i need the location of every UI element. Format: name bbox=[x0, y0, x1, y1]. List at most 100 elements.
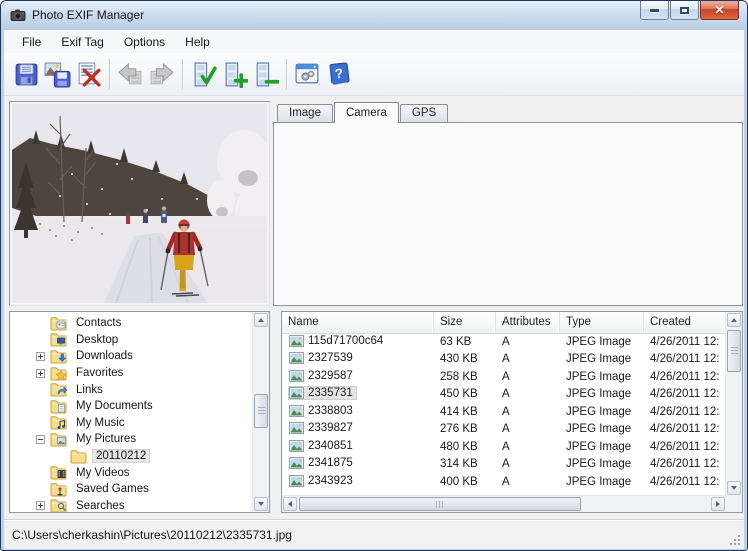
column-header-type[interactable]: Type bbox=[560, 312, 644, 333]
scroll-right-button[interactable] bbox=[711, 497, 725, 511]
file-name-label: 2327539 bbox=[308, 352, 353, 364]
file-cell: 4/26/2011 12: bbox=[644, 476, 726, 488]
maximize-icon bbox=[680, 7, 689, 14]
tree-item-label: My Music bbox=[72, 416, 129, 430]
save-image-button[interactable] bbox=[42, 57, 73, 91]
file-cell: 276 KB bbox=[434, 423, 496, 435]
file-row[interactable]: 2340851480 KBAJPEG Image4/26/2011 12: bbox=[282, 438, 726, 456]
menu-exif-tag[interactable]: Exif Tag bbox=[51, 32, 113, 52]
file-name: 2343923 bbox=[288, 474, 357, 488]
column-header-created[interactable]: Created bbox=[644, 312, 726, 333]
file-row[interactable]: 2327539430 KBAJPEG Image4/26/2011 12: bbox=[282, 351, 726, 369]
file-cell: JPEG Image bbox=[560, 353, 644, 365]
validate-exif-button[interactable] bbox=[188, 57, 219, 91]
tree-item-favorites[interactable]: Favorites bbox=[10, 365, 269, 382]
previous-image-button[interactable] bbox=[115, 57, 146, 91]
tree-vertical-scrollbar[interactable] bbox=[252, 312, 269, 512]
scroll-down-button[interactable] bbox=[727, 481, 741, 495]
menu-file[interactable]: File bbox=[12, 32, 51, 52]
expand-icon[interactable] bbox=[36, 501, 45, 510]
file-row[interactable]: 2339827276 KBAJPEG Image4/26/2011 12: bbox=[282, 421, 726, 439]
file-name-label: 115d71700c64 bbox=[308, 335, 383, 347]
delete-exif-icon bbox=[75, 61, 102, 88]
menu-help[interactable]: Help bbox=[175, 32, 220, 52]
tree-item-desktop[interactable]: Desktop bbox=[10, 332, 269, 349]
file-row[interactable]: 2341875314 KBAJPEG Image4/26/2011 12: bbox=[282, 456, 726, 474]
help-button[interactable]: ? bbox=[323, 57, 354, 91]
scroll-up-button[interactable] bbox=[727, 313, 741, 327]
toolbar-separator bbox=[109, 59, 110, 89]
tree-item-my-videos[interactable]: My Videos bbox=[10, 464, 269, 481]
file-name-label: 2340851 bbox=[308, 440, 353, 452]
tree-item-my-documents[interactable]: My Documents bbox=[10, 398, 269, 415]
tab-camera[interactable]: Camera bbox=[334, 102, 399, 123]
folder-tree: ContactsDesktopDownloadsFavoritesLinksMy… bbox=[9, 311, 270, 513]
close-button[interactable]: ✕ bbox=[700, 1, 739, 20]
tree-item-20110212[interactable]: 20110212 bbox=[10, 448, 269, 465]
options-icon bbox=[294, 61, 321, 88]
next-image-button[interactable] bbox=[146, 57, 177, 91]
tree-item-saved-games[interactable]: Saved Games bbox=[10, 481, 269, 498]
tree-item-links[interactable]: Links bbox=[10, 381, 269, 398]
status-bar: C:\Users\cherkashin\Pictures\20110212\23… bbox=[4, 519, 744, 549]
menu-options[interactable]: Options bbox=[114, 32, 175, 52]
file-cell: JPEG Image bbox=[560, 336, 644, 348]
remove-exif-tag-button[interactable] bbox=[250, 57, 281, 91]
file-cell: 2341875 bbox=[282, 456, 434, 472]
status-path: C:\Users\cherkashin\Pictures\20110212\23… bbox=[12, 528, 292, 542]
file-name-label: 2338803 bbox=[308, 405, 353, 417]
scroll-up-button[interactable] bbox=[254, 313, 268, 327]
minimize-icon bbox=[650, 9, 659, 12]
tree-item-label: My Documents bbox=[72, 399, 157, 413]
scroll-thumb[interactable] bbox=[727, 330, 741, 372]
toolbar-separator bbox=[182, 59, 183, 89]
add-exif-tag-button[interactable] bbox=[219, 57, 250, 91]
tree-item-label: Downloads bbox=[72, 349, 137, 363]
options-button[interactable] bbox=[292, 57, 323, 91]
tab-image[interactable]: Image bbox=[277, 104, 333, 122]
tab-gps[interactable]: GPS bbox=[400, 104, 448, 122]
file-name: 2329587 bbox=[288, 369, 357, 383]
file-cell: 4/26/2011 12: bbox=[644, 423, 726, 435]
file-cell: A bbox=[496, 336, 560, 348]
file-list: NameSizeAttributesTypeCreated 115d71700c… bbox=[281, 311, 743, 513]
minimize-button[interactable] bbox=[640, 1, 669, 20]
expand-icon[interactable] bbox=[36, 369, 45, 378]
delete-exif-button[interactable] bbox=[73, 57, 104, 91]
title-bar[interactable]: Photo EXIF Manager ✕ bbox=[1, 1, 747, 30]
scroll-thumb[interactable] bbox=[254, 394, 268, 428]
help-icon: ? bbox=[325, 61, 352, 88]
column-header-name[interactable]: Name bbox=[282, 312, 434, 333]
files-horizontal-scrollbar[interactable] bbox=[282, 495, 726, 512]
expand-icon[interactable] bbox=[36, 352, 45, 361]
resize-grip-icon[interactable] bbox=[729, 534, 741, 546]
svg-text:?: ? bbox=[334, 65, 344, 81]
tree-item-searches[interactable]: Searches bbox=[10, 498, 269, 513]
maximize-button[interactable] bbox=[670, 1, 699, 20]
collapse-icon[interactable] bbox=[36, 435, 45, 444]
file-cell: A bbox=[496, 423, 560, 435]
file-list-rows: 115d71700c6463 KBAJPEG Image4/26/2011 12… bbox=[282, 333, 726, 496]
file-row[interactable]: 2335731450 KBAJPEG Image4/26/2011 12: bbox=[282, 386, 726, 404]
file-cell: 430 KB bbox=[434, 353, 496, 365]
file-cell: JPEG Image bbox=[560, 476, 644, 488]
file-row[interactable]: 115d71700c6463 KBAJPEG Image4/26/2011 12… bbox=[282, 333, 726, 351]
tree-item-contacts[interactable]: Contacts bbox=[10, 315, 269, 332]
scroll-left-button[interactable] bbox=[283, 497, 297, 511]
file-row[interactable]: 2338803414 KBAJPEG Image4/26/2011 12: bbox=[282, 403, 726, 421]
favorites-folder-icon bbox=[50, 366, 68, 381]
column-header-attributes[interactable]: Attributes bbox=[496, 312, 560, 333]
column-header-size[interactable]: Size bbox=[434, 312, 496, 333]
tree-item-my-pictures[interactable]: My Pictures bbox=[10, 431, 269, 448]
file-row[interactable]: 2329587258 KBAJPEG Image4/26/2011 12: bbox=[282, 368, 726, 386]
files-vertical-scrollbar[interactable] bbox=[725, 312, 742, 496]
tree-item-label: Contacts bbox=[72, 316, 125, 330]
file-name-label: 2339827 bbox=[308, 422, 353, 434]
file-row[interactable]: 2343923400 KBAJPEG Image4/26/2011 12: bbox=[282, 473, 726, 491]
file-cell: A bbox=[496, 441, 560, 453]
save-button[interactable] bbox=[11, 57, 42, 91]
tree-item-my-music[interactable]: My Music bbox=[10, 415, 269, 432]
scroll-thumb[interactable] bbox=[299, 497, 581, 511]
scroll-down-button[interactable] bbox=[254, 497, 268, 511]
tree-item-downloads[interactable]: Downloads bbox=[10, 348, 269, 365]
